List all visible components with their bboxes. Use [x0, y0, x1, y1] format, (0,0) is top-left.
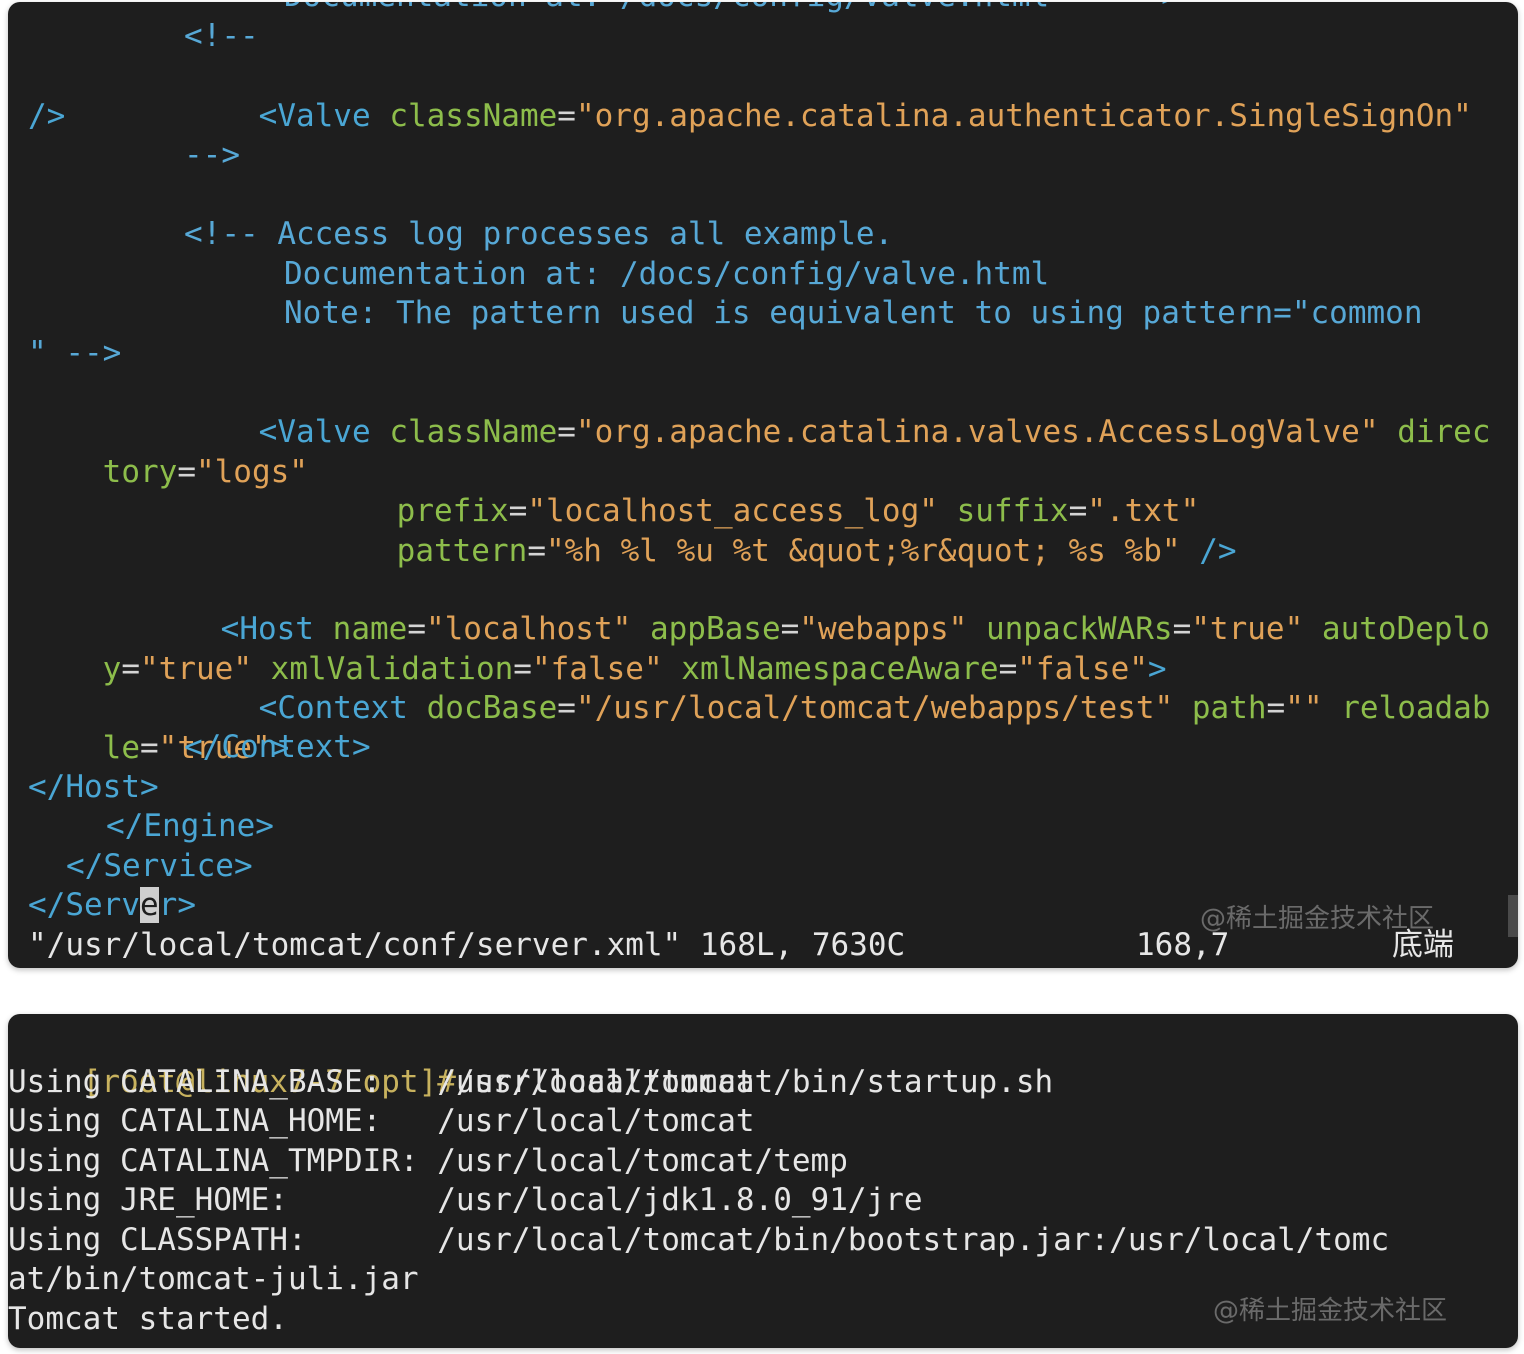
shell-output-line: Using CATALINA_HOME: /usr/local/tomcat [8, 1103, 755, 1139]
shell-output-line: Using CLASSPATH: /usr/local/tomcat/bin/b… [8, 1222, 1390, 1258]
shell-output-line: Using CATALINA_TMPDIR: /usr/local/tomcat… [8, 1143, 848, 1179]
editor-line: <!-- [184, 18, 259, 54]
editor-line-directory: tory="logs" [102, 454, 308, 490]
editor-line: " --> [28, 335, 122, 371]
editor-line-server[interactable]: </Server> [28, 885, 196, 925]
shell-output-line: at/bin/tomcat-juli.jar [8, 1261, 419, 1297]
status-cursor-position: 168,7 [1136, 927, 1230, 963]
vim-editor-window[interactable]: Documentation at: /docs/config/valve.htm… [8, 2, 1518, 968]
editor-line: Note: The pattern used is equivalent to … [284, 295, 1423, 331]
shell-terminal-window[interactable]: [root@linux7-7 opt]#/usr/local/tomcat/bi… [8, 1014, 1518, 1348]
editor-line: --> [184, 137, 240, 173]
shell-output-line: Tomcat started. [8, 1301, 288, 1337]
editor-line-context: <Context docBase="/usr/local/tomcat/weba… [258, 690, 1491, 726]
editor-line: </Service> [66, 848, 253, 884]
editor-line-valve-sso: <Valve className="org.apache.catalina.au… [258, 98, 1472, 134]
editor-line: Documentation at: /docs/config/valve.htm… [284, 2, 1180, 16]
text-cursor: e [139, 887, 159, 923]
editor-line: </Engine> [106, 808, 274, 844]
editor-line: </Host> [28, 769, 159, 805]
shell-output-line: Using CATALINA_BASE: /usr/local/tomcat [8, 1064, 755, 1100]
editor-line: <!-- Access log processes all example. [184, 216, 894, 252]
scrollbar-thumb[interactable] [1508, 895, 1518, 937]
editor-line: </Context> [184, 729, 371, 765]
editor-line: Documentation at: /docs/config/valve.htm… [284, 256, 1050, 292]
watermark: @稀土掘金技术社区 [1213, 1296, 1448, 1326]
status-file-info: "/usr/local/tomcat/conf/server.xml" 168L… [28, 927, 906, 963]
shell-output-line: Using JRE_HOME: /usr/local/jdk1.8.0_91/j… [8, 1182, 923, 1218]
status-scroll-position: 底端 [1392, 927, 1454, 963]
editor-line: /> [28, 98, 66, 134]
